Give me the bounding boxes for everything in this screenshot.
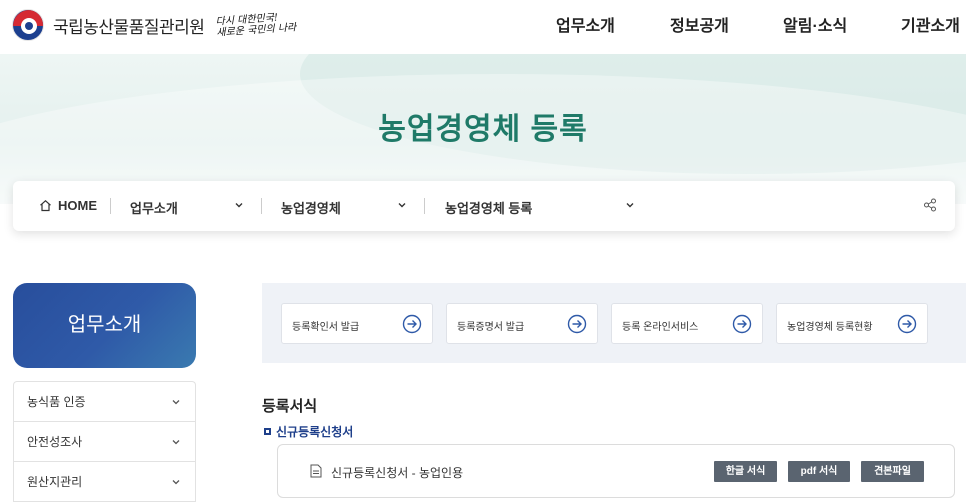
sidebar-item-safety[interactable]: 안전성조사 [14, 422, 195, 462]
breadcrumb-home-label: HOME [58, 198, 97, 213]
site-logo[interactable]: 국립농산물품질관리원 다시 대한민국! 새로운 국민의 나라 [12, 9, 297, 41]
arrow-right-circle-icon [402, 314, 422, 334]
form-name: 신규등록신청서 - 농업인용 [331, 466, 464, 480]
download-sample-button[interactable]: 견본파일 [861, 461, 924, 482]
sidebar-item-label: 안전성조사 [27, 435, 83, 449]
section-title: 등록서식 [262, 398, 318, 415]
chevron-down-icon [235, 203, 243, 208]
document-icon [310, 464, 322, 478]
square-bullet-icon [264, 428, 271, 435]
arrow-right-circle-icon [897, 314, 917, 334]
nav-item-news[interactable]: 알림·소식 [783, 12, 847, 36]
breadcrumb-level1[interactable]: 업무소개 [130, 198, 245, 217]
sidebar-menu: 농식품 인증 안전성조사 원산지관리 [13, 381, 196, 502]
sidebar-item-label: 원산지관리 [27, 475, 83, 489]
arrow-right-circle-icon [567, 314, 587, 334]
chevron-down-icon [172, 440, 180, 445]
subsection-title: 신규등록신청서 [264, 423, 353, 440]
quick-link-online-service[interactable]: 등록 온라인서비스 [611, 303, 763, 344]
sidebar-item-label: 농식품 인증 [27, 395, 86, 409]
chevron-down-icon [172, 480, 180, 485]
sidebar-item-origin[interactable]: 원산지관리 [14, 462, 195, 502]
sidebar-title: 업무소개 [13, 283, 196, 368]
site-header: 국립농산물품질관리원 다시 대한민국! 새로운 국민의 나라 업무소개 정보공개… [0, 0, 966, 50]
quick-link-confirmation[interactable]: 등록확인서 발급 [281, 303, 433, 344]
chevron-down-icon [398, 203, 406, 208]
quick-link-label: 등록증명서 발급 [457, 322, 525, 333]
nav-item-about[interactable]: 기관소개 [901, 12, 960, 36]
quick-links: 등록확인서 발급 등록증명서 발급 등록 온라인서비스 농업경영체 등록현황 [262, 283, 966, 363]
breadcrumb-level2-label: 농업경영체 [281, 201, 341, 216]
subsection-title-label: 신규등록신청서 [276, 425, 354, 439]
government-emblem-icon [12, 9, 44, 41]
download-pdf-button[interactable]: pdf 서식 [788, 461, 850, 482]
chevron-down-icon [626, 203, 634, 208]
quick-link-label: 등록 온라인서비스 [622, 322, 699, 333]
breadcrumb-level2[interactable]: 농업경영체 [281, 198, 408, 217]
quick-link-certificate[interactable]: 등록증명서 발급 [446, 303, 598, 344]
home-icon [40, 200, 51, 212]
chevron-down-icon [172, 400, 180, 405]
quick-link-label: 농업경영체 등록현황 [787, 322, 873, 333]
download-hwp-button[interactable]: 한글 서식 [714, 461, 777, 482]
sidebar-item-certification[interactable]: 농식품 인증 [14, 382, 195, 422]
arrow-right-circle-icon [732, 314, 752, 334]
quick-link-status[interactable]: 농업경영체 등록현황 [776, 303, 928, 344]
nav-item-info-disclosure[interactable]: 정보공개 [670, 12, 729, 36]
nav-item-work-intro[interactable]: 업무소개 [556, 12, 615, 36]
share-icon[interactable] [923, 198, 937, 212]
page-title: 농업경영체 등록 [378, 113, 588, 146]
form-row: 신규등록신청서 - 농업인용 한글 서식 pdf 서식 견본파일 [277, 444, 955, 498]
breadcrumb-level3-label: 농업경영체 등록 [445, 201, 533, 216]
breadcrumb-home[interactable]: HOME [39, 198, 97, 213]
breadcrumb-level1-label: 업무소개 [130, 201, 178, 216]
breadcrumb: HOME 업무소개 농업경영체 농업경영체 등록 [13, 181, 955, 231]
org-name: 국립농산물품질관리원 [53, 17, 205, 37]
quick-link-label: 등록확인서 발급 [292, 322, 360, 333]
breadcrumb-level3[interactable]: 농업경영체 등록 [445, 198, 638, 217]
slogan: 다시 대한민국! 새로운 국민의 나라 [216, 11, 297, 38]
